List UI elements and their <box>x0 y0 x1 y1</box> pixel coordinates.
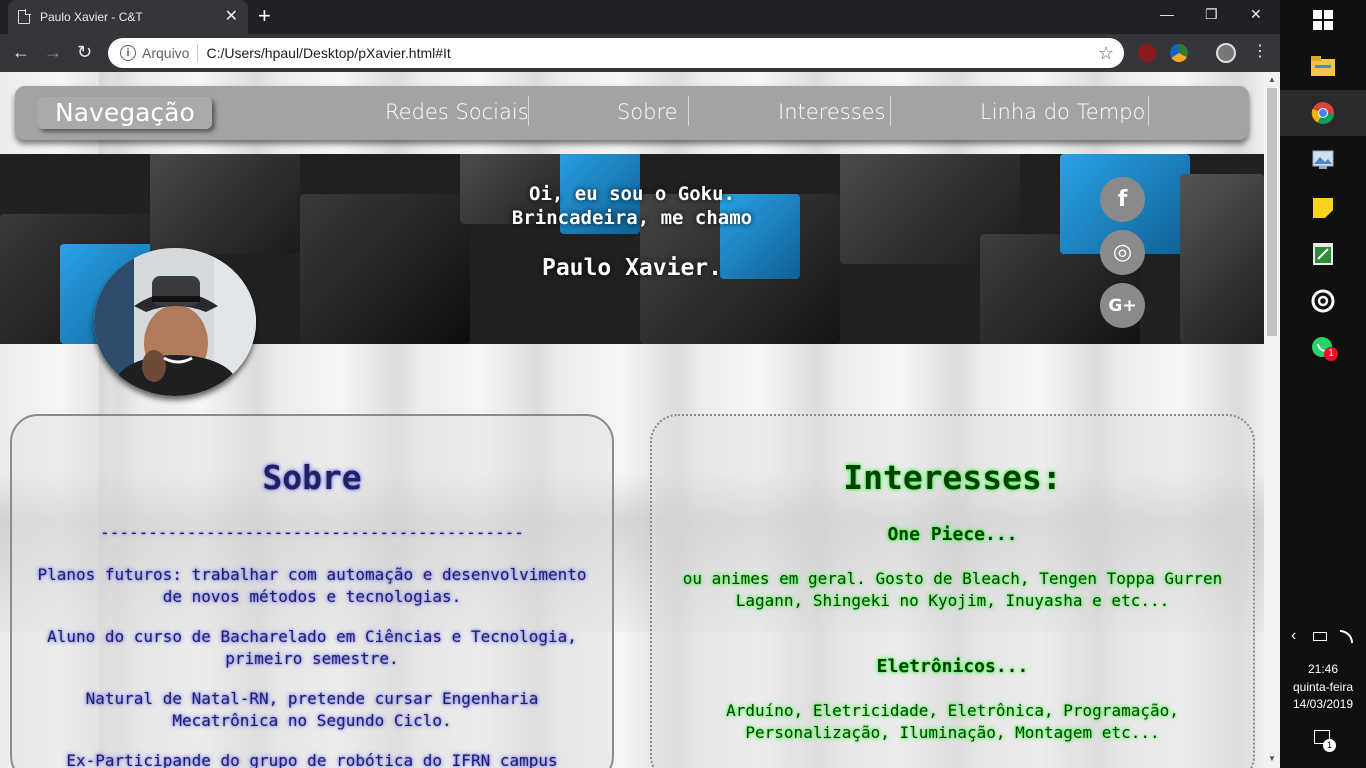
whatsapp-badge: 1 <box>1324 347 1338 361</box>
reload-button[interactable]: ↻ <box>77 40 92 64</box>
browser-toolbar: ← → ↻ i Arquivo C:/Users/hpaul/Desktop/p… <box>0 34 1280 72</box>
file-explorer-icon[interactable] <box>1310 53 1336 79</box>
google-plus-icon[interactable]: G+ <box>1100 283 1145 328</box>
hero-greeting: Oi, eu sou o Goku. <box>529 183 735 205</box>
sobre-paragraph-robotica: Ex-Participande do grupo de robótica do … <box>66 751 558 768</box>
profile-photo <box>94 248 256 396</box>
spreadsheet-icon[interactable] <box>1310 241 1336 267</box>
chrome-icon[interactable] <box>1310 100 1336 126</box>
file-icon <box>18 9 31 24</box>
nav-divider <box>1148 96 1149 126</box>
whatsapp-icon[interactable]: 1 <box>1310 335 1338 361</box>
scroll-down-arrow-icon[interactable]: ▼ <box>1268 754 1276 763</box>
nav-divider <box>528 96 529 126</box>
tab-title: Paulo Xavier - C&T <box>40 10 143 24</box>
address-bar[interactable]: i Arquivo C:/Users/hpaul/Desktop/pXavier… <box>108 38 1124 68</box>
nav-link-sobre[interactable]: Sobre <box>617 98 678 126</box>
ublock-extension-icon[interactable] <box>1138 44 1156 62</box>
sobre-divider: ----------------------------------------… <box>100 523 524 542</box>
sobre-paragraph-planos: Planos futuros: trabalhar com automação … <box>37 565 587 606</box>
sobre-paragraph-natural: Natural de Natal-RN, pretende cursar Eng… <box>85 689 539 730</box>
interesses-paragraph-eletronicos: Arduíno, Eletricidade, Eletrônica, Progr… <box>726 701 1179 742</box>
extension-icon[interactable] <box>1170 44 1188 62</box>
sobre-paragraph-aluno: Aluno do curso de Bacharelado em Ciência… <box>47 627 577 668</box>
instagram-icon[interactable]: ◎ <box>1100 230 1145 275</box>
origin-icon[interactable] <box>1310 288 1336 314</box>
address-scheme-label: Arquivo <box>142 45 190 61</box>
interesses-heading-onepiece: One Piece... <box>887 524 1018 545</box>
forward-button[interactable]: → <box>44 40 62 64</box>
new-tab-button[interactable]: + <box>258 4 271 28</box>
show-hidden-icons-chevron-icon[interactable]: ‹ <box>1291 627 1296 645</box>
address-divider <box>197 44 199 62</box>
windows-start-icon[interactable] <box>1310 7 1336 33</box>
browser-tab[interactable]: Paulo Xavier - C&T ✕ <box>8 0 248 34</box>
interesses-title: Interesses: <box>843 458 1062 497</box>
nav-divider <box>890 96 891 126</box>
facebook-icon[interactable]: f <box>1100 177 1145 222</box>
clock-date[interactable]: 14/03/2019 <box>1280 697 1366 711</box>
scroll-up-arrow-icon[interactable]: ▲ <box>1268 75 1276 84</box>
profile-avatar-icon[interactable] <box>1216 43 1236 63</box>
restore-button[interactable]: ❐ <box>1205 6 1218 23</box>
clock-time[interactable]: 21:46 <box>1280 662 1366 676</box>
nav-link-linha-do-tempo[interactable]: Linha do Tempo <box>980 98 1145 126</box>
interesses-paragraph-animes: ou animes em geral. Gosto de Bleach, Ten… <box>682 569 1223 610</box>
tab-close-icon[interactable]: ✕ <box>225 9 238 25</box>
clock-day[interactable]: quinta-feira <box>1280 680 1366 694</box>
navbar-brand[interactable]: Navegação <box>37 97 212 129</box>
address-url[interactable]: C:/Users/hpaul/Desktop/pXavier.html#It <box>206 45 1097 61</box>
sticky-notes-icon[interactable] <box>1310 195 1336 221</box>
battery-icon[interactable] <box>1313 632 1327 641</box>
sobre-title: Sobre <box>262 458 362 497</box>
image-viewer-icon[interactable] <box>1310 147 1336 173</box>
close-window-button[interactable]: ✕ <box>1250 6 1262 23</box>
hero-subgreeting: Brincadeira, me chamo <box>511 207 753 229</box>
sobre-card: Sobre ----------------------------------… <box>10 414 614 768</box>
bookmark-star-icon[interactable]: ☆ <box>1098 43 1114 64</box>
nav-link-redes-sociais[interactable]: Redes Sociais <box>385 98 529 126</box>
browser-menu-icon[interactable]: ⋮ <box>1252 40 1268 64</box>
notification-badge: 1 <box>1323 739 1336 752</box>
nav-divider <box>688 96 689 126</box>
scrollbar-thumb[interactable] <box>1267 88 1277 336</box>
nav-link-interesses[interactable]: Interesses <box>778 98 886 126</box>
page-scrollbar[interactable]: ▲ ▼ <box>1264 72 1280 768</box>
interesses-card: Interesses: One Piece... ou animes em ge… <box>650 414 1255 768</box>
site-navbar: Navegação Redes Sociais Sobre Interesses… <box>15 86 1249 140</box>
tab-strip: Paulo Xavier - C&T ✕ + — ❐ ✕ <box>0 0 1280 34</box>
interesses-heading-eletronicos: Eletrônicos... <box>876 656 1029 677</box>
profile-avatar <box>94 248 256 396</box>
back-button[interactable]: ← <box>12 40 30 64</box>
page-viewport: Navegação Redes Sociais Sobre Interesses… <box>0 72 1280 768</box>
info-icon[interactable]: i <box>120 45 136 61</box>
minimize-button[interactable]: — <box>1160 6 1174 22</box>
